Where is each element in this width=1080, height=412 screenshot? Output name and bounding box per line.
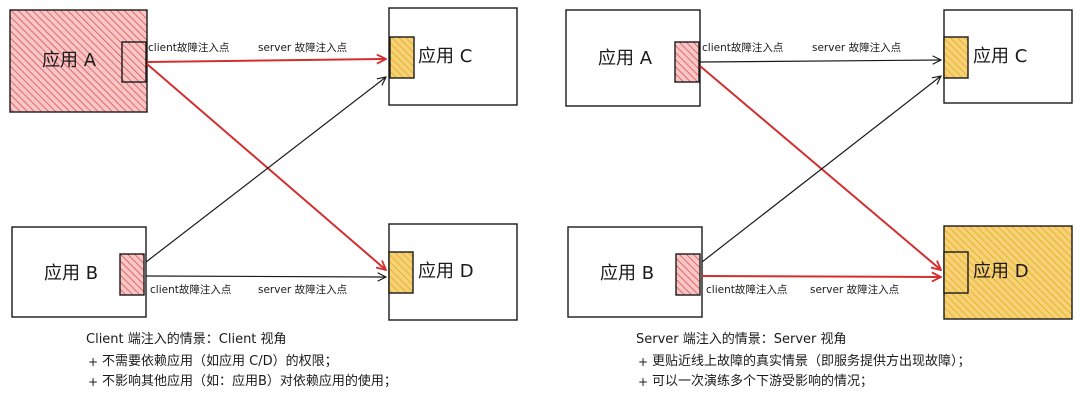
left-app-d-label: 应用 D [418, 261, 474, 282]
right-app-a-label: 应用 A [598, 48, 653, 69]
right-arrow-b-to-d [701, 276, 941, 277]
left-arrow-b-to-d [145, 276, 386, 277]
left-notes: Client 端注入的情景：Client 视角 不需要依赖应用（如应用 C/D）… [86, 330, 397, 392]
right-app-d-label: 应用 D [973, 261, 1029, 282]
left-notes-list: 不需要依赖应用（如应用 C/D）的权限； 不影响其他应用（如：应用B）对依赖应用… [86, 352, 397, 392]
right-arrow-b-to-c [701, 76, 941, 263]
left-c-server-point [389, 36, 415, 79]
left-label-b-client: client故障注入点 [150, 283, 231, 296]
left-label-c-server: server 故障注入点 [258, 41, 347, 54]
left-app-c-label: 应用 C [418, 46, 472, 67]
right-c-server-point [943, 36, 969, 79]
left-arrow-b-to-c [145, 77, 386, 263]
right-label-d-server: server 故障注入点 [810, 283, 899, 296]
left-notes-title: Client 端注入的情景：Client 视角 [86, 332, 287, 347]
right-app-b-label: 应用 B [600, 263, 654, 284]
right-notes: Server 端注入的情景：Server 视角 更贴近线上故障的真实情景（即服务… [636, 330, 971, 392]
left-app-b-label: 应用 B [44, 263, 98, 284]
right-arrow-a-to-c [699, 60, 941, 62]
right-notes-list: 更贴近线上故障的真实情景（即服务提供方出现故障）； 可以一次演练多个下游受影响的… [636, 352, 971, 392]
right-label-c-server: server 故障注入点 [812, 41, 901, 54]
left-a-client-point [121, 41, 147, 83]
right-b-client-point [675, 253, 701, 296]
right-panel: 应用 A 应用 C 应用 B 应用 D client故障注入点 server 故… [565, 9, 1073, 320]
right-label-b-client: client故障注入点 [706, 283, 787, 296]
left-arrow-a-to-d [146, 63, 386, 270]
left-app-a-label: 应用 A [42, 50, 97, 71]
right-label-a-client: client故障注入点 [702, 41, 783, 54]
right-note-item: 可以一次演练多个下游受影响的情况； [636, 372, 971, 392]
left-d-server-point [388, 251, 414, 294]
right-app-c-label: 应用 C [973, 46, 1027, 67]
left-arrow-a-to-c [146, 59, 386, 62]
left-panel: 应用 A 应用 C 应用 B 应用 D client故障注入点 server 故… [9, 7, 518, 321]
left-note-item: 不影响其他应用（如：应用B）对依赖应用的使用； [86, 372, 397, 392]
right-notes-title: Server 端注入的情景：Server 视角 [636, 332, 847, 347]
right-note-item: 更贴近线上故障的真实情景（即服务提供方出现故障）； [636, 352, 971, 372]
right-arrow-a-to-d [699, 65, 941, 270]
left-note-item: 不需要依赖应用（如应用 C/D）的权限； [86, 352, 397, 372]
left-b-client-point [119, 253, 145, 296]
right-a-client-point [674, 41, 700, 83]
right-d-server-point [943, 251, 969, 294]
left-label-a-client: client故障注入点 [148, 41, 229, 54]
left-label-d-server: server 故障注入点 [258, 283, 347, 296]
